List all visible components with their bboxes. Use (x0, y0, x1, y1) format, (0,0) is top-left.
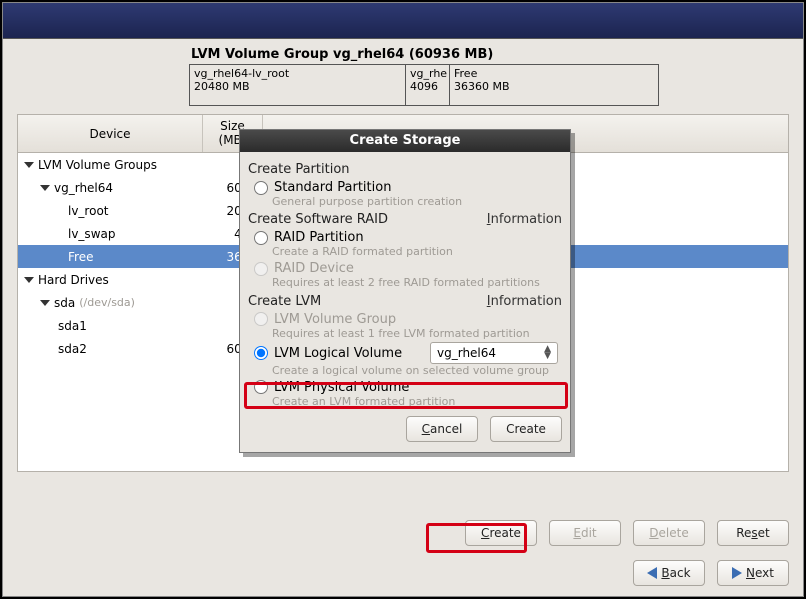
expand-icon[interactable] (24, 162, 34, 168)
vg-combobox[interactable]: vg_rhel64 ▲▼ (430, 342, 558, 364)
cancel-rest: ancel (430, 422, 462, 436)
vg-segment-root: vg_rhel64-lv_root 20480 MB (190, 65, 406, 105)
combo-value: vg_rhel64 (437, 346, 496, 360)
lvm-info-link[interactable]: Information (487, 294, 562, 309)
hint-lvm-pv: Create an LVM formated partition (248, 395, 562, 408)
create-button[interactable]: Create (465, 520, 537, 546)
hint-lvm-vg: Requires at least 1 free LVM formated pa… (248, 327, 562, 340)
vg-segment-free: Free 36360 MB (450, 65, 658, 105)
option-label: LVM Physical Volume (274, 380, 409, 395)
radio-lvm-pv[interactable] (254, 380, 268, 394)
back-button[interactable]: Back (633, 560, 705, 586)
row-label: lv_root (68, 204, 109, 218)
reset-button[interactable]: Reset (717, 520, 789, 546)
reset-button-rest: et (758, 526, 770, 540)
dialog-cancel-button[interactable]: Cancel (406, 416, 478, 442)
expand-icon[interactable] (40, 185, 50, 191)
option-label: LVM Logical Volume (274, 346, 402, 361)
section-create-lvm: Create LVMInformation (248, 294, 562, 309)
vg-seg-label: Free (454, 67, 654, 80)
edit-button-rest: dit (581, 526, 597, 540)
hint-raid-part: Create a RAID formated partition (248, 245, 562, 258)
row-label: vg_rhel64 (54, 181, 113, 195)
edit-button-label: E (573, 526, 581, 540)
radio-raid-partition[interactable] (254, 231, 268, 245)
create-button-label: C (481, 526, 489, 540)
dialog-create-button[interactable]: Create (490, 416, 562, 442)
arrow-right-icon (732, 567, 742, 579)
col-device[interactable]: Device (18, 115, 203, 152)
vg-header: LVM Volume Group vg_rhel64 (60936 MB) (191, 47, 787, 62)
option-label: RAID Device (274, 261, 354, 276)
option-raid-device: RAID Device (248, 260, 562, 276)
next-button[interactable]: Next (717, 560, 789, 586)
delete-button-rest: elete (659, 526, 689, 540)
expand-icon[interactable] (40, 300, 50, 306)
vg-seg-label: vg_rhe (410, 67, 445, 80)
radio-lvm-lv[interactable] (254, 346, 268, 360)
option-standard-partition[interactable]: Standard Partition (248, 179, 562, 195)
option-lvm-vg: LVM Volume Group (248, 311, 562, 327)
back-button-rest: ack (670, 566, 691, 580)
vg-seg-size: 20480 MB (194, 80, 401, 93)
expand-icon[interactable] (24, 277, 34, 283)
option-label: LVM Volume Group (274, 312, 396, 327)
row-label: sda2 (58, 342, 87, 356)
row-label: Free (68, 250, 93, 264)
vg-seg-size: 4096 (410, 80, 445, 93)
row-path: (/dev/sda) (79, 296, 135, 309)
raid-info-link[interactable]: Information (487, 212, 562, 227)
edit-button: Edit (549, 520, 621, 546)
vg-usage-bar: vg_rhel64-lv_root 20480 MB vg_rhe 4096 F… (189, 64, 659, 106)
vg-seg-label: vg_rhel64-lv_root (194, 67, 401, 80)
hint-standard: General purpose partition creation (248, 195, 562, 208)
spinner-icon: ▲▼ (544, 346, 551, 360)
row-label: LVM Volume Groups (38, 158, 157, 172)
row-label: Hard Drives (38, 273, 109, 287)
option-label: RAID Partition (274, 230, 364, 245)
top-banner (3, 3, 803, 39)
option-label: Standard Partition (274, 180, 391, 195)
vg-segment-swap: vg_rhe 4096 (406, 65, 450, 105)
row-label: sda1 (58, 319, 87, 333)
option-raid-partition[interactable]: RAID Partition (248, 229, 562, 245)
delete-button: Delete (633, 520, 705, 546)
section-create-raid: Create Software RAIDInformation (248, 212, 562, 227)
hint-raid-dev: Requires at least 2 free RAID formated p… (248, 276, 562, 289)
arrow-left-icon (647, 567, 657, 579)
delete-button-label: D (649, 526, 658, 540)
hint-lvm-lv: Create a logical volume on selected volu… (248, 364, 562, 377)
row-label: sda (54, 296, 75, 310)
vg-seg-size: 36360 MB (454, 80, 654, 93)
create-storage-dialog: Create Storage Create Partition Standard… (239, 129, 571, 453)
option-lvm-lv[interactable]: LVM Logical Volume (248, 345, 402, 361)
option-lvm-pv[interactable]: LVM Physical Volume (248, 379, 562, 395)
create-button-rest: reate (489, 526, 521, 540)
radio-lvm-vg (254, 312, 268, 326)
section-create-partition: Create Partition (248, 162, 562, 177)
row-label: lv_swap (68, 227, 115, 241)
radio-raid-device (254, 262, 268, 276)
dialog-title: Create Storage (240, 130, 570, 152)
radio-standard-partition[interactable] (254, 181, 268, 195)
next-button-rest: ext (755, 566, 774, 580)
